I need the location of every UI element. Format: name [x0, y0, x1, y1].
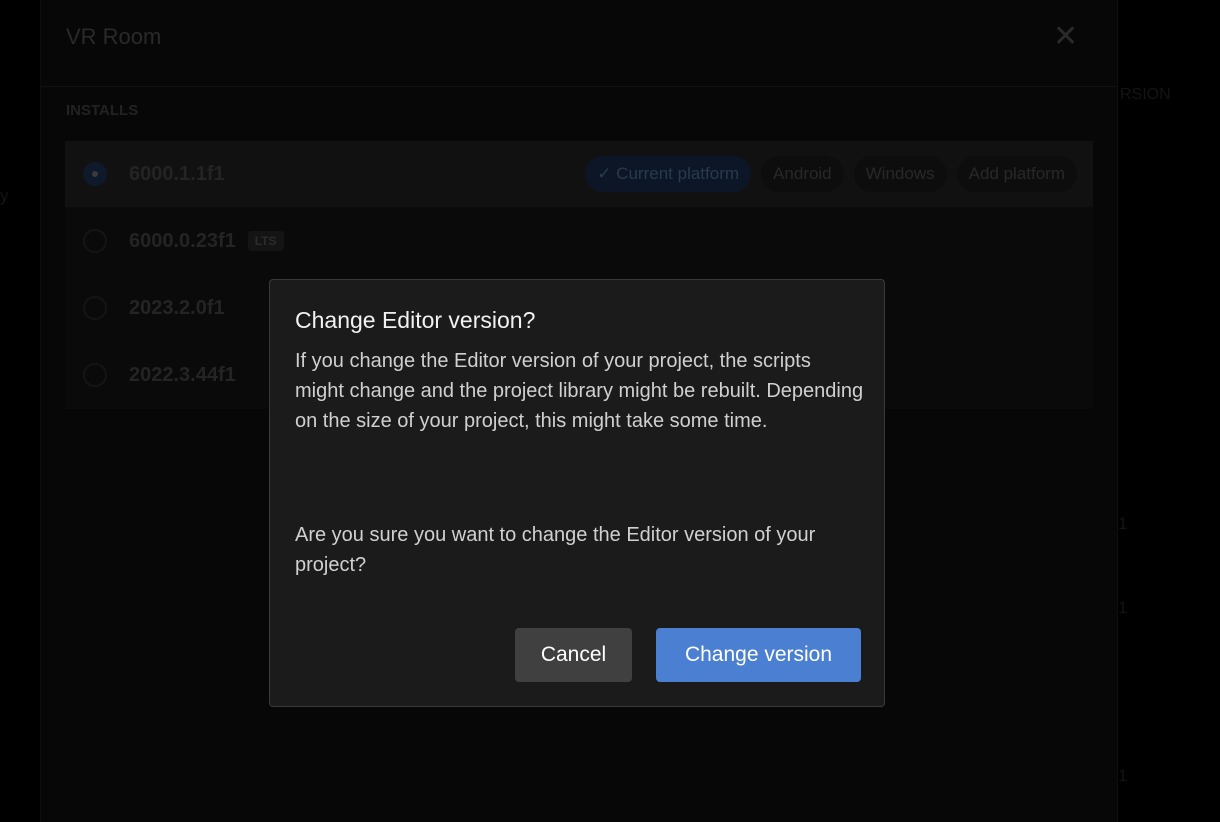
lts-badge: LTS [247, 231, 284, 251]
radio-button[interactable] [83, 229, 107, 253]
windows-chip[interactable]: Windows [853, 156, 947, 192]
install-version: 6000.1.1f1 [129, 162, 225, 185]
change-version-dialog: Change Editor version? If you change the… [269, 279, 885, 707]
install-version: 2022.3.44f1 [129, 363, 236, 386]
change-version-button[interactable]: Change version [656, 628, 861, 682]
current-platform-chip[interactable]: ✓ Current platform [585, 156, 752, 192]
install-row[interactable]: 6000.0.23f1 LTS [65, 208, 1093, 274]
section-label: INSTALLS [66, 102, 139, 119]
close-icon[interactable]: ✕ [1053, 22, 1078, 52]
dialog-body: If you change the Editor version of your… [295, 350, 864, 432]
background-column-header: RSION [1120, 86, 1171, 103]
background-fragment: 1 [1118, 514, 1128, 533]
background-fragment: y [0, 186, 9, 205]
dialog-question: Are you sure you want to change the Edit… [295, 524, 816, 576]
panel-title: VR Room [66, 24, 162, 49]
install-row[interactable]: 6000.1.1f1 ✓ Current platform Android Wi… [65, 141, 1093, 207]
radio-button[interactable] [83, 296, 107, 320]
add-platform-button[interactable]: Add platform [956, 156, 1077, 192]
check-icon: ✓ [597, 164, 617, 183]
android-chip[interactable]: Android [761, 156, 844, 192]
background-fragment: 1 [1118, 766, 1128, 785]
background-fragment: 1 [1118, 598, 1128, 617]
install-version: 6000.0.23f1 [129, 229, 236, 252]
chip-label: Current platform [616, 164, 740, 183]
radio-button[interactable] [83, 363, 107, 387]
install-version: 2023.2.0f1 [129, 296, 225, 319]
dialog-title: Change Editor version? [295, 307, 536, 333]
divider [41, 86, 1117, 87]
radio-button[interactable] [83, 162, 107, 186]
cancel-button[interactable]: Cancel [515, 628, 632, 682]
